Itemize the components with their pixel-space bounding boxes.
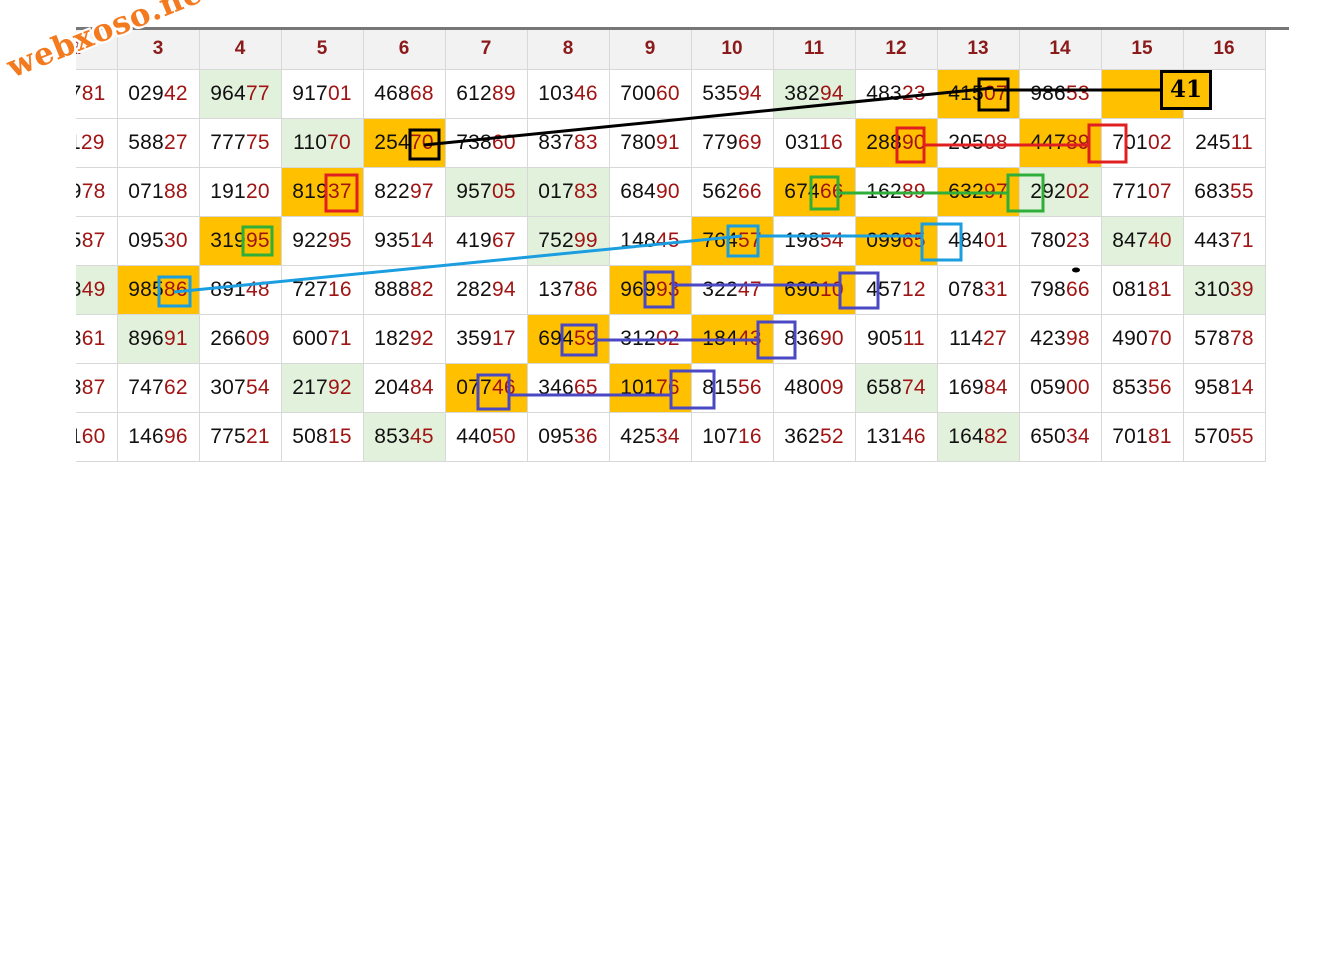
red-marker-box bbox=[324, 173, 359, 213]
red-marker-box bbox=[895, 126, 926, 164]
screenshot-canvas: 2345678910111213141516 27781029429647791… bbox=[0, 0, 1326, 971]
result-number-box: 41 bbox=[1160, 70, 1212, 110]
purple-marker-box bbox=[669, 369, 716, 410]
black-marker-box bbox=[977, 77, 1010, 112]
green-marker-box bbox=[241, 225, 274, 257]
purple-marker-box bbox=[756, 320, 797, 360]
purple-marker-box bbox=[476, 373, 511, 411]
cyan-marker-box bbox=[726, 224, 760, 258]
purple-marker-box bbox=[643, 270, 675, 309]
purple-marker-box bbox=[560, 323, 598, 357]
purple-marker-box bbox=[838, 271, 880, 310]
pattern-overlay bbox=[157, 77, 1162, 411]
red-marker-box bbox=[1087, 123, 1128, 164]
ink-dot bbox=[1072, 267, 1080, 273]
green-marker-box bbox=[1006, 173, 1045, 213]
cyan-link-line bbox=[173, 234, 743, 294]
black-link-line bbox=[423, 86, 994, 147]
cyan-marker-box bbox=[920, 222, 963, 262]
green-marker-box bbox=[809, 175, 840, 211]
